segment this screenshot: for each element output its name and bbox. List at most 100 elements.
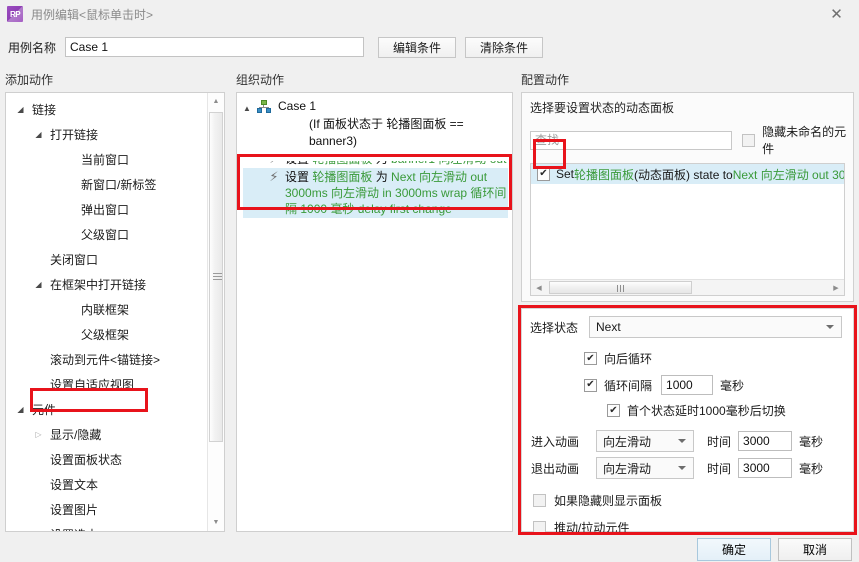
show-if-hidden-row[interactable]: ✔ 如果隐藏则显示面板 (522, 479, 853, 509)
case-node[interactable]: ▲ Case 1 (243, 99, 508, 116)
loop-back-checkbox[interactable]: ✔ (584, 352, 597, 365)
action-item-1[interactable]: ⚡ 设置 轮播图面板 为 Next 向左滑动 out 3000ms 向左滑动 in… (243, 168, 508, 218)
exit-time-label: 时间 (707, 461, 732, 476)
tree-item-label: 显示/隐藏 (50, 428, 102, 442)
loop-back-row[interactable]: ✔ 向后循环 (522, 338, 853, 367)
clear-condition-button[interactable]: 清除条件 (465, 36, 544, 58)
enter-time-input[interactable] (738, 431, 793, 451)
sitemap-icon (257, 100, 271, 113)
tree-item-8[interactable]: 内联框架 (6, 297, 209, 322)
exit-animation-row: 退出动画 向左滑动 时间 毫秒 (522, 452, 853, 479)
select-state-label: 选择状态 (530, 320, 579, 335)
hide-unnamed-checkbox[interactable]: ✔ (742, 133, 756, 147)
tree-item-5[interactable]: 父级窗口 (6, 222, 209, 247)
tree-item-1[interactable]: ◢ 打开链接 (6, 122, 209, 147)
chevron-down-icon (826, 325, 835, 329)
scrollbar-grip-icon (213, 273, 222, 282)
enter-animation-row: 进入动画 向左滑动 时间 毫秒 (522, 419, 853, 452)
close-icon[interactable]: ✕ (814, 0, 859, 28)
show-if-hidden-checkbox[interactable]: ✔ (533, 494, 546, 507)
select-state-value: Next (596, 320, 621, 334)
hscrollbar-thumb[interactable] (549, 281, 692, 294)
tree-item-6[interactable]: 关闭窗口 (6, 247, 209, 272)
push-pull-row[interactable]: ✔ 推动/拉动元件 (522, 509, 853, 536)
tree-item-2[interactable]: 当前窗口 (6, 147, 209, 172)
window-title: 用例编辑<鼠标单击时> (31, 7, 154, 22)
loop-interval-checkbox[interactable]: ✔ (584, 378, 597, 392)
enter-animation-label: 进入动画 (531, 434, 580, 449)
first-state-delay-checkbox[interactable]: ✔ (607, 404, 620, 417)
tree-item-label: 父级框架 (81, 328, 130, 342)
tree-item-11[interactable]: 设置自适应视图 (6, 372, 209, 397)
select-state-dropdown[interactable]: Next (589, 316, 843, 338)
tree-item-label: 设置面板状态 (50, 453, 123, 467)
chevron-down-icon (678, 439, 687, 443)
tree-item-label: 在框架中打开链接 (50, 278, 147, 292)
tree-item-16[interactable]: 设置图片 (6, 497, 209, 522)
loop-back-label: 向后循环 (604, 352, 653, 366)
widget-list[interactable]: ✔ Set 轮播图面板 (动态面板) state to Next 向左滑动 ou… (530, 163, 845, 296)
tree-item-3[interactable]: 新窗口/新标签 (6, 172, 209, 197)
loop-interval-input[interactable] (661, 375, 714, 395)
exit-animation-dropdown[interactable]: 向左滑动 (596, 457, 695, 479)
tree-item-4[interactable]: 弹出窗口 (6, 197, 209, 222)
expand-triangle-icon[interactable]: ▲ (243, 99, 257, 116)
tree-item-17[interactable]: ▷ 设置选中 (6, 522, 209, 531)
tree-item-15[interactable]: 设置文本 (6, 472, 209, 497)
exit-time-input[interactable] (738, 458, 793, 478)
chevron-right-icon[interactable]: ▷ (32, 530, 45, 531)
widget-list-item[interactable]: ✔ Set 轮播图面板 (动态面板) state to Next 向左滑动 ou… (531, 164, 844, 184)
tree-item-label: 父级窗口 (81, 228, 130, 242)
push-pull-checkbox[interactable]: ✔ (533, 521, 546, 534)
edit-condition-button[interactable]: 编辑条件 (378, 36, 457, 58)
chevron-down-icon[interactable]: ◢ (32, 280, 45, 289)
tree-item-label: 当前窗口 (81, 153, 130, 167)
scrollbar-thumb[interactable] (209, 112, 223, 442)
chevron-right-icon[interactable]: ▷ (32, 430, 45, 439)
chevron-down-icon[interactable]: ◢ (14, 105, 27, 114)
exit-time-unit: 毫秒 (799, 461, 824, 476)
tree-item-label: 打开链接 (50, 128, 99, 142)
action-tree[interactable]: ◢ 链接 ◢ 打开链接 当前窗口 新窗口/新标签 弹出窗口 父级窗口 关闭窗口 ◢ 在框架中打开链接… (6, 93, 209, 531)
case-name-label: 用例名称 (8, 40, 57, 55)
loop-interval-label: 循环间隔 (604, 378, 653, 393)
chevron-down-icon[interactable]: ◢ (14, 405, 27, 414)
tree-item-9[interactable]: 父级框架 (6, 322, 209, 347)
hscrollbar-grip-icon (616, 285, 625, 292)
state-options-section: 选择状态 Next ✔ 向后循环 ✔ 循环间隔 毫秒 ✔ 首个状态延时1000毫… (521, 308, 854, 535)
tree-item-12[interactable]: ◢ 元件 (6, 397, 209, 422)
ok-button[interactable]: 确定 (697, 538, 771, 561)
show-if-hidden-label: 如果隐藏则显示面板 (554, 494, 663, 508)
enter-time-unit: 毫秒 (799, 434, 824, 449)
tree-item-13[interactable]: ▷ 显示/隐藏 (6, 422, 209, 447)
enter-animation-value: 向左滑动 (603, 434, 652, 449)
clipped-line-mask (240, 152, 508, 161)
hide-unnamed-checkbox-row[interactable]: ✔ 隐藏未命名的元件 (742, 123, 853, 157)
lightning-icon: ⚡ (269, 169, 279, 184)
enter-animation-dropdown[interactable]: 向左滑动 (596, 430, 695, 452)
tree-item-label: 弹出窗口 (81, 203, 130, 217)
push-pull-label: 推动/拉动元件 (554, 521, 630, 535)
chevron-down-icon (678, 466, 687, 470)
tree-item-7[interactable]: ◢ 在框架中打开链接 (6, 272, 209, 297)
first-state-delay-row[interactable]: ✔ 首个状态延时1000毫秒后切换 (522, 395, 853, 419)
cancel-button[interactable]: 取消 (778, 538, 852, 561)
scroll-left-icon[interactable]: ◀ (531, 280, 547, 295)
search-input[interactable] (530, 130, 733, 150)
loop-interval-row[interactable]: ✔ 循环间隔 毫秒 (522, 367, 853, 395)
tree-item-label: 设置文本 (50, 478, 99, 492)
scroll-right-icon[interactable]: ▶ (828, 280, 844, 295)
widget-list-hscrollbar[interactable]: ◀ ▶ (531, 279, 844, 295)
chevron-down-icon[interactable]: ◢ (32, 130, 45, 139)
scroll-up-icon[interactable]: ▲ (208, 93, 224, 110)
tree-item-10[interactable]: 滚动到元件<锚链接> (6, 347, 209, 372)
case-name-input[interactable] (65, 37, 365, 57)
action-tree-scrollbar[interactable]: ▲ ▼ (207, 93, 224, 531)
loop-interval-unit: 毫秒 (720, 378, 745, 393)
widget-checkbox[interactable]: ✔ (537, 167, 550, 181)
scroll-down-icon[interactable]: ▼ (208, 514, 224, 531)
tree-item-0[interactable]: ◢ 链接 (6, 97, 209, 122)
tree-item-14[interactable]: 设置面板状态 (6, 447, 209, 472)
tree-item-label: 元件 (32, 403, 57, 417)
widget-item-mid: (动态面板) state to (634, 167, 733, 182)
